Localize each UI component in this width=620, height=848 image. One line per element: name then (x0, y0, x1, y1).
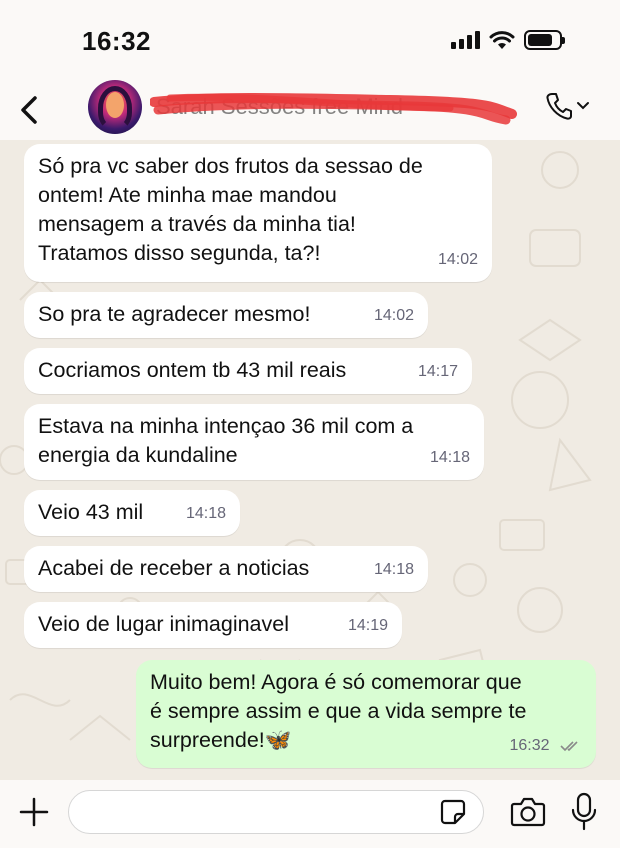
phone-icon (546, 93, 572, 120)
message-time-row: 16:32 (510, 731, 583, 760)
input-bar (0, 780, 620, 848)
plus-icon[interactable] (18, 796, 50, 828)
message-time: 14:17 (417, 363, 458, 380)
battery-icon (524, 30, 565, 50)
redaction-scribble (150, 93, 517, 125)
message-time: 16:32 (509, 737, 550, 754)
message-time: 14:18 (373, 561, 414, 578)
signal-icon (451, 31, 480, 49)
chat-area[interactable]: Só pra vc saber dos frutos da sessao de … (0, 140, 620, 780)
message-time: 14:02 (437, 251, 478, 268)
chat-header: Sarah Sessões free Mind (0, 80, 620, 140)
message-bubble-incoming[interactable]: Veio de lugar inimaginavel 14:19 (24, 602, 402, 648)
status-icons (451, 30, 565, 50)
message-bubble-incoming[interactable]: Veio 43 mil 14:18 (24, 490, 240, 536)
message-text: Veio de lugar inimaginavel (38, 612, 289, 636)
camera-icon[interactable] (510, 796, 546, 828)
chevron-down-icon (577, 102, 589, 110)
message-text: So pra te agradecer mesmo! (38, 302, 311, 326)
message-time: 14:18 (185, 505, 226, 522)
wifi-icon (489, 31, 515, 49)
back-arrow-icon (21, 96, 37, 124)
call-button[interactable] (546, 92, 590, 120)
avatar[interactable] (88, 80, 142, 134)
message-bubble-incoming[interactable]: Só pra vc saber dos frutos da sessao de … (24, 144, 492, 282)
microphone-icon[interactable] (570, 792, 598, 832)
message-text: Cocriamos ontem tb 43 mil reais (38, 358, 347, 382)
status-bar: 16:32 (0, 0, 620, 80)
message-time: 14:19 (347, 617, 388, 634)
message-text: Estava na minha intençao 36 mil com a en… (38, 414, 414, 467)
message-text: Só pra vc saber dos frutos da sessao de … (38, 154, 423, 265)
message-input[interactable] (68, 790, 484, 834)
double-check-icon (560, 741, 578, 751)
message-bubble-incoming[interactable]: Cocriamos ontem tb 43 mil reais 14:17 (24, 348, 472, 394)
back-button[interactable] (14, 90, 44, 130)
message-text: Acabei de receber a noticias (38, 556, 310, 580)
message-bubble-incoming[interactable]: Estava na minha intençao 36 mil com a en… (24, 404, 484, 480)
message-bubble-outgoing[interactable]: Muito bem! Agora é só comemorar que é se… (136, 660, 596, 768)
message-bubble-incoming[interactable]: Acabei de receber a noticias 14:18 (24, 546, 428, 592)
message-bubble-incoming[interactable]: So pra te agradecer mesmo! 14:02 (24, 292, 428, 338)
message-time: 14:02 (373, 307, 414, 324)
sticker-icon[interactable] (440, 799, 466, 825)
status-time: 16:32 (82, 26, 151, 56)
message-time: 14:18 (429, 449, 470, 466)
